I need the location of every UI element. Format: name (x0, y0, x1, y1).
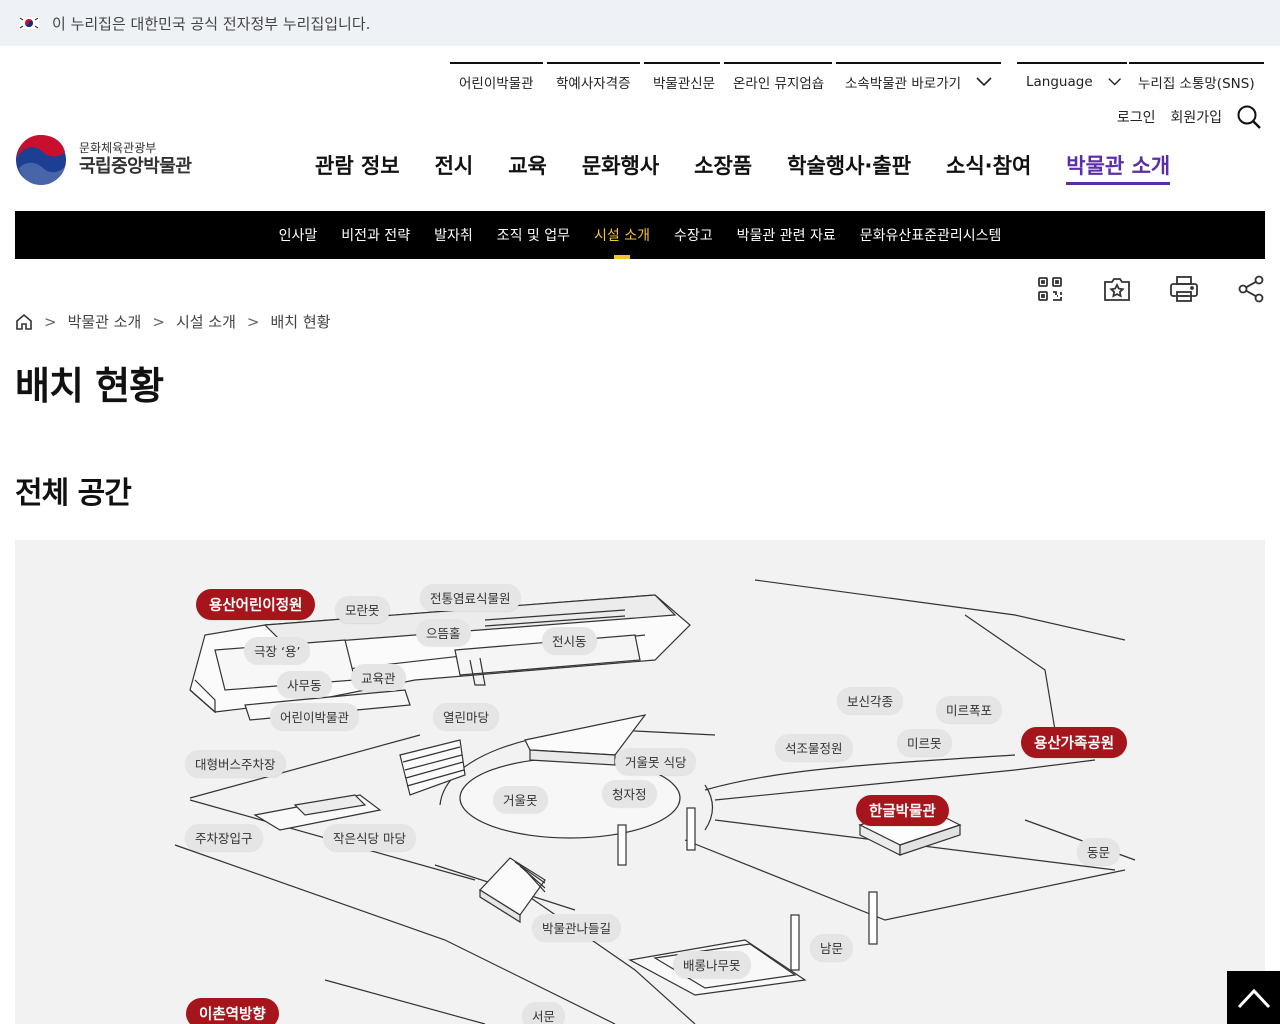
map-label-moran-pond: 모란못 (335, 596, 390, 623)
map-label-mir-pond: 미르못 (897, 729, 952, 756)
print-button[interactable] (1169, 274, 1199, 304)
map-label-theater-yong: 극장 ‘용’ (244, 637, 311, 664)
print-icon (1170, 276, 1198, 302)
share-icon (1238, 275, 1264, 303)
map-label-bus-parking: 대형버스주차장 (185, 750, 286, 777)
map-label-mirror-pond: 거울못 (493, 786, 548, 813)
map-label-bosingak-bell: 보신각종 (837, 687, 904, 714)
map-label-great-hall: 으뜸홀 (416, 619, 471, 646)
chevron-right-icon: > (44, 312, 57, 331)
chevron-down-icon (976, 77, 992, 87)
map-label-yongsan-childrens-garden[interactable]: 용산어린이정원 (196, 589, 316, 620)
gov-banner: 이 누리집은 대한민국 공식 전자정부 누리집입니다. (0, 0, 1280, 46)
nav-visit-info[interactable]: 관람 정보 (315, 150, 400, 185)
map-label-celadon-pavilion: 청자정 (602, 780, 657, 807)
nav-academic[interactable]: 학술행사·출판 (787, 150, 911, 185)
nav-about[interactable]: 박물관 소개 (1066, 150, 1171, 185)
map-label-mir-waterfall: 미르폭포 (936, 696, 1003, 723)
sub-nav: 인사말 비전과 전략 발자취 조직 및 업무 시설 소개 수장고 박물관 관련 … (15, 211, 1265, 259)
bookmark-button[interactable] (1102, 274, 1132, 304)
util-affiliated-link[interactable]: 소속박물관 바로가기 (845, 72, 961, 92)
util-online-shop-link[interactable]: 온라인 뮤지엄숍 (733, 72, 824, 92)
museum-emblem-icon (16, 135, 66, 185)
breadcrumb: > 박물관 소개 > 시설 소개 > 배치 현황 (15, 311, 330, 332)
gov-banner-text: 이 누리집은 대한민국 공식 전자정부 누리집입니다. (52, 14, 371, 33)
map-label-west-gate: 서문 (522, 1002, 566, 1024)
map-label-education-center: 교육관 (351, 664, 406, 691)
map-label-dye-plant-garden: 전통염료식물원 (420, 584, 521, 611)
map-label-south-gate: 남문 (810, 934, 854, 961)
language-link[interactable]: Language (1026, 74, 1093, 90)
subnav-vision[interactable]: 비전과 전략 (341, 211, 410, 259)
star-bookmark-icon (1104, 278, 1130, 301)
page-title: 배치 현황 (15, 364, 164, 408)
home-icon[interactable] (15, 313, 33, 331)
map-label-ichon-station[interactable]: 이촌역방향 (186, 998, 279, 1024)
chevron-right-icon: > (152, 312, 165, 331)
map-label-childrens-museum: 어린이박물관 (270, 703, 360, 730)
chevron-up-icon (1237, 988, 1270, 1008)
nav-education[interactable]: 교육 (508, 150, 547, 185)
map-label-office: 사무동 (277, 671, 332, 698)
breadcrumb-facilities[interactable]: 시설 소개 (176, 311, 236, 332)
nav-news[interactable]: 소식·참여 (946, 150, 1031, 185)
korea-flag-icon (18, 16, 40, 30)
login-link[interactable]: 로그인 (1117, 107, 1156, 127)
subnav-facilities[interactable]: 시설 소개 (594, 211, 650, 259)
chevron-right-icon: > (246, 312, 260, 331)
main-nav: 관람 정보 전시 교육 문화행사 소장품 학술행사·출판 소식·참여 박물관 소… (315, 150, 1205, 185)
map-label-stone-garden: 석조물정원 (775, 734, 853, 761)
qr-code-button[interactable] (1035, 274, 1065, 304)
breadcrumb-current: 배치 현황 (270, 313, 331, 331)
map-label-parking-entrance: 주차장입구 (185, 824, 263, 851)
subnav-heritage-system[interactable]: 문화유산표준관리시스템 (860, 211, 1002, 259)
member-links: 로그인 회원가입 (1102, 104, 1262, 130)
signup-link[interactable]: 회원가입 (1170, 107, 1222, 127)
back-to-top-button[interactable] (1227, 971, 1280, 1024)
map-label-pond-restaurant: 거울못 식당 (615, 748, 697, 775)
map-label-open-yard: 열린마당 (433, 703, 500, 730)
breadcrumb-about[interactable]: 박물관 소개 (68, 311, 142, 332)
nav-exhibition[interactable]: 전시 (435, 150, 474, 185)
map-label-east-gate: 동문 (1077, 838, 1121, 865)
map-label-museum-path: 박물관나들길 (532, 914, 622, 941)
map-label-yongsan-family-park[interactable]: 용산가족공원 (1021, 727, 1128, 758)
share-button[interactable] (1236, 274, 1266, 304)
page-tools (998, 274, 1266, 304)
util-newspaper-link[interactable]: 박물관신문 (653, 72, 715, 92)
section-title: 전체 공간 (15, 476, 132, 511)
map-label-hangeul-museum[interactable]: 한글박물관 (856, 795, 949, 826)
site-logo[interactable]: 문화체육관광부 국립중앙박물관 (15, 134, 192, 186)
site-layout-map: 용산어린이정원 용산가족공원 한글박물관 이촌역방향 모란못 전통염료식물원 으… (15, 540, 1265, 1024)
ministry-name: 문화체육관광부 (79, 141, 157, 155)
language-dropdown[interactable]: Language (1017, 62, 1127, 98)
subnav-history[interactable]: 발자취 (434, 211, 473, 259)
museum-name: 국립중앙박물관 (79, 156, 192, 177)
subnav-greeting[interactable]: 인사말 (279, 211, 318, 259)
search-icon[interactable] (1236, 104, 1262, 130)
utility-links: 어린이박물관 학예사자격증 박물관신문 온라인 뮤지엄숍 소속박물관 바로가기 … (450, 62, 1264, 98)
subnav-storage[interactable]: 수장고 (674, 211, 713, 259)
map-label-exhibition-hall: 전시동 (542, 627, 597, 654)
affiliated-museums-dropdown[interactable]: 소속박물관 바로가기 (836, 62, 1001, 98)
map-label-crape-myrtle-pond: 배롱나무못 (673, 951, 751, 978)
util-curator-cert-link[interactable]: 학예사자격증 (556, 72, 631, 92)
qr-code-icon (1038, 277, 1062, 301)
nav-collection[interactable]: 소장품 (694, 150, 752, 185)
subnav-materials[interactable]: 박물관 관련 자료 (737, 211, 836, 259)
map-label-small-restaurant-yard: 작은식당 마당 (323, 824, 416, 851)
sns-link[interactable]: 누리집 소통망(SNS) (1138, 72, 1255, 92)
util-kids-museum-link[interactable]: 어린이박물관 (459, 72, 534, 92)
nav-cultural-events[interactable]: 문화행사 (582, 150, 659, 185)
chevron-down-icon (1107, 78, 1121, 86)
subnav-organization[interactable]: 조직 및 업무 (497, 211, 570, 259)
